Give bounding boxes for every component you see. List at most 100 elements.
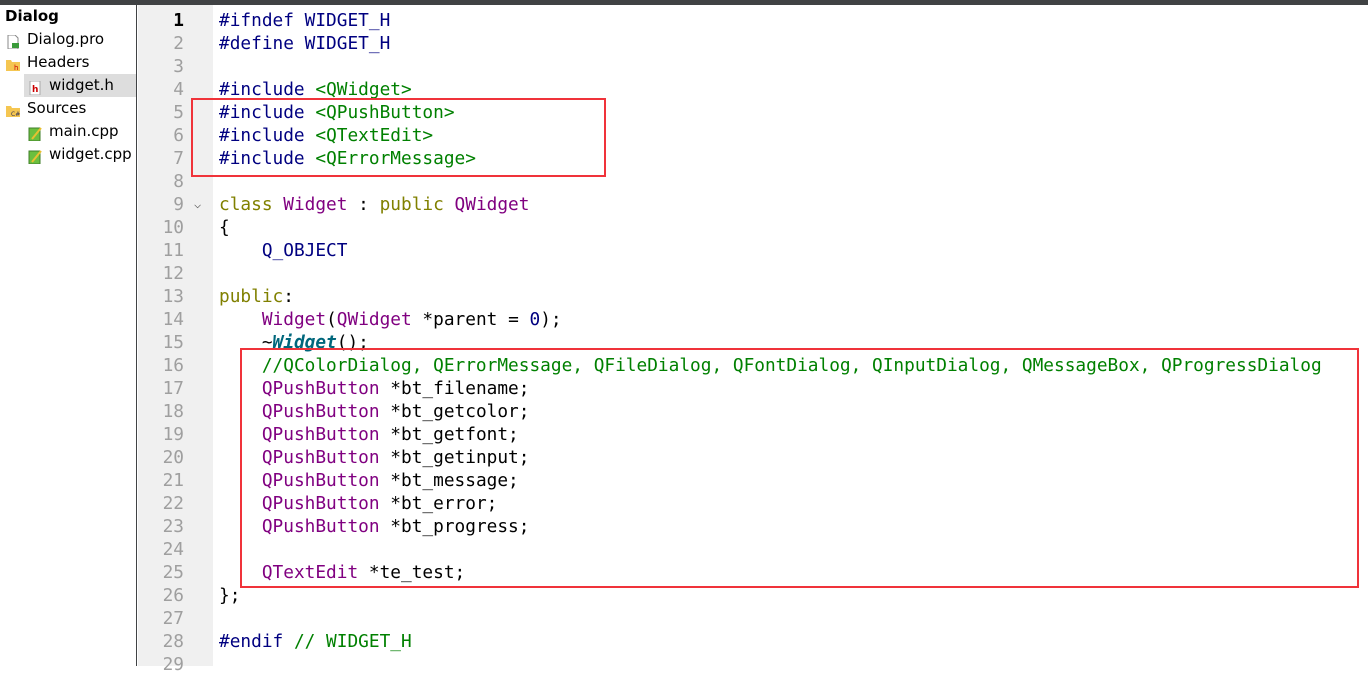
highlight-box-includes (191, 98, 606, 177)
line-number: 18 (162, 401, 184, 422)
code-line[interactable]: 12 (138, 262, 1368, 285)
project-file-icon (6, 33, 20, 50)
code-text: Q_OBJECT (219, 239, 348, 262)
tree-item-label: Dialog.pro (27, 30, 105, 48)
line-number: 24 (162, 539, 184, 560)
code-text: { (219, 216, 230, 239)
token-type: QWidget (454, 194, 530, 215)
line-number: 17 (162, 378, 184, 399)
token-type: Widget (283, 194, 348, 215)
line-number: 21 (162, 470, 184, 491)
project-root[interactable]: Dialog (0, 5, 136, 28)
token-preproc: Q_OBJECT (261, 240, 348, 261)
token-plain: }; (219, 585, 241, 606)
line-number: 22 (162, 493, 184, 514)
line-number: 16 (162, 355, 184, 376)
tree-item-widget-h[interactable]: h widget.h (24, 74, 136, 97)
line-number: 4 (173, 79, 184, 100)
token-keyword: class (219, 194, 284, 215)
line-number: 6 (173, 125, 184, 146)
code-line[interactable]: 9 ⌵ class Widget : public QWidget (138, 193, 1368, 216)
token-plain: ( (326, 309, 337, 330)
project-name: Dialog (5, 7, 59, 25)
code-text: #ifndef WIDGET_H (219, 9, 390, 32)
code-line[interactable]: 27 (138, 607, 1368, 630)
token-string: <QWidget> (315, 79, 412, 100)
token-comment: // WIDGET_H (293, 631, 412, 652)
line-number: 9 (173, 194, 184, 215)
tree-item-widget-cpp[interactable]: widget.cpp (0, 143, 136, 166)
tree-item-label: widget.h (49, 76, 114, 94)
line-number: 2 (173, 33, 184, 54)
token-preproc: #include (219, 79, 316, 100)
code-text: public: (219, 285, 294, 308)
header-file-icon: h (28, 79, 42, 96)
line-number: 25 (162, 562, 184, 583)
code-line[interactable]: 3 (138, 55, 1368, 78)
svg-text:h: h (14, 64, 18, 72)
line-number: 15 (162, 332, 184, 353)
code-text: #define WIDGET_H (219, 32, 390, 55)
code-line[interactable]: 13 public: (138, 285, 1368, 308)
code-line[interactable]: 28 #endif // WIDGET_H (138, 630, 1368, 653)
token-plain: : (347, 194, 380, 215)
token-number: 0 (529, 309, 541, 330)
code-line[interactable]: 10 { (138, 216, 1368, 239)
code-text: #endif // WIDGET_H (219, 630, 412, 653)
code-text: }; (219, 584, 240, 607)
token-preproc: #define WIDGET_H (219, 33, 391, 54)
code-line[interactable]: 29 (138, 653, 1368, 676)
tree-item-label: Headers (27, 53, 90, 71)
line-number: 11 (162, 240, 184, 261)
line-number: 23 (162, 516, 184, 537)
line-number: 29 (162, 654, 184, 675)
tree-item-label: main.cpp (49, 122, 119, 140)
code-line[interactable]: 1 #ifndef WIDGET_H (138, 9, 1368, 32)
sources-folder-icon: C# (6, 102, 20, 118)
line-number: 27 (162, 608, 184, 629)
line-number: 28 (162, 631, 184, 652)
code-line[interactable]: 14 Widget(QWidget *parent = 0); (138, 308, 1368, 331)
token-preproc: #endif (219, 631, 294, 652)
line-number: 13 (162, 286, 184, 307)
token-keyword: public (379, 194, 455, 215)
headers-folder-icon: h (6, 56, 20, 72)
line-number: 26 (162, 585, 184, 606)
code-line[interactable]: 2 #define WIDGET_H (138, 32, 1368, 55)
line-number: 10 (162, 217, 184, 238)
svg-text:C#: C# (11, 111, 20, 118)
tree-item-label: Sources (27, 99, 87, 117)
project-tree[interactable]: Dialog Dialog.pro h Headers h widget.h C# Sour… (0, 5, 137, 666)
line-number: 8 (173, 171, 184, 192)
token-plain: { (219, 217, 230, 238)
code-text: class Widget : public QWidget (219, 193, 529, 216)
tree-item-headers[interactable]: h Headers (0, 51, 136, 74)
token-plain: ); (540, 309, 562, 330)
code-text: Widget(QWidget *parent = 0); (219, 308, 562, 331)
line-number: 14 (162, 309, 184, 330)
token-plain: : (283, 286, 294, 307)
line-number: 1 (173, 10, 184, 31)
line-number: 12 (162, 263, 184, 284)
cpp-file-icon (28, 125, 42, 142)
tree-item-main-cpp[interactable]: main.cpp (0, 120, 136, 143)
token-preproc: #ifndef WIDGET_H (219, 10, 391, 31)
line-number: 7 (173, 148, 184, 169)
tree-item-dialog-pro[interactable]: Dialog.pro (0, 28, 136, 51)
tree-item-sources[interactable]: C# Sources (0, 97, 136, 120)
token-keyword: public (219, 286, 284, 307)
line-number: 19 (162, 424, 184, 445)
token-plain: *parent = (411, 309, 530, 330)
code-line[interactable]: 11 Q_OBJECT (138, 239, 1368, 262)
line-number: 3 (173, 56, 184, 77)
highlight-box-members (240, 348, 1359, 588)
tree-item-label: widget.cpp (49, 145, 132, 163)
chevron-down-icon[interactable]: ⌵ (194, 193, 201, 216)
line-number: 20 (162, 447, 184, 468)
line-number: 5 (173, 102, 184, 123)
token-type: QWidget (336, 309, 412, 330)
cpp-file-icon (28, 148, 42, 165)
token-type: Widget (261, 309, 327, 330)
